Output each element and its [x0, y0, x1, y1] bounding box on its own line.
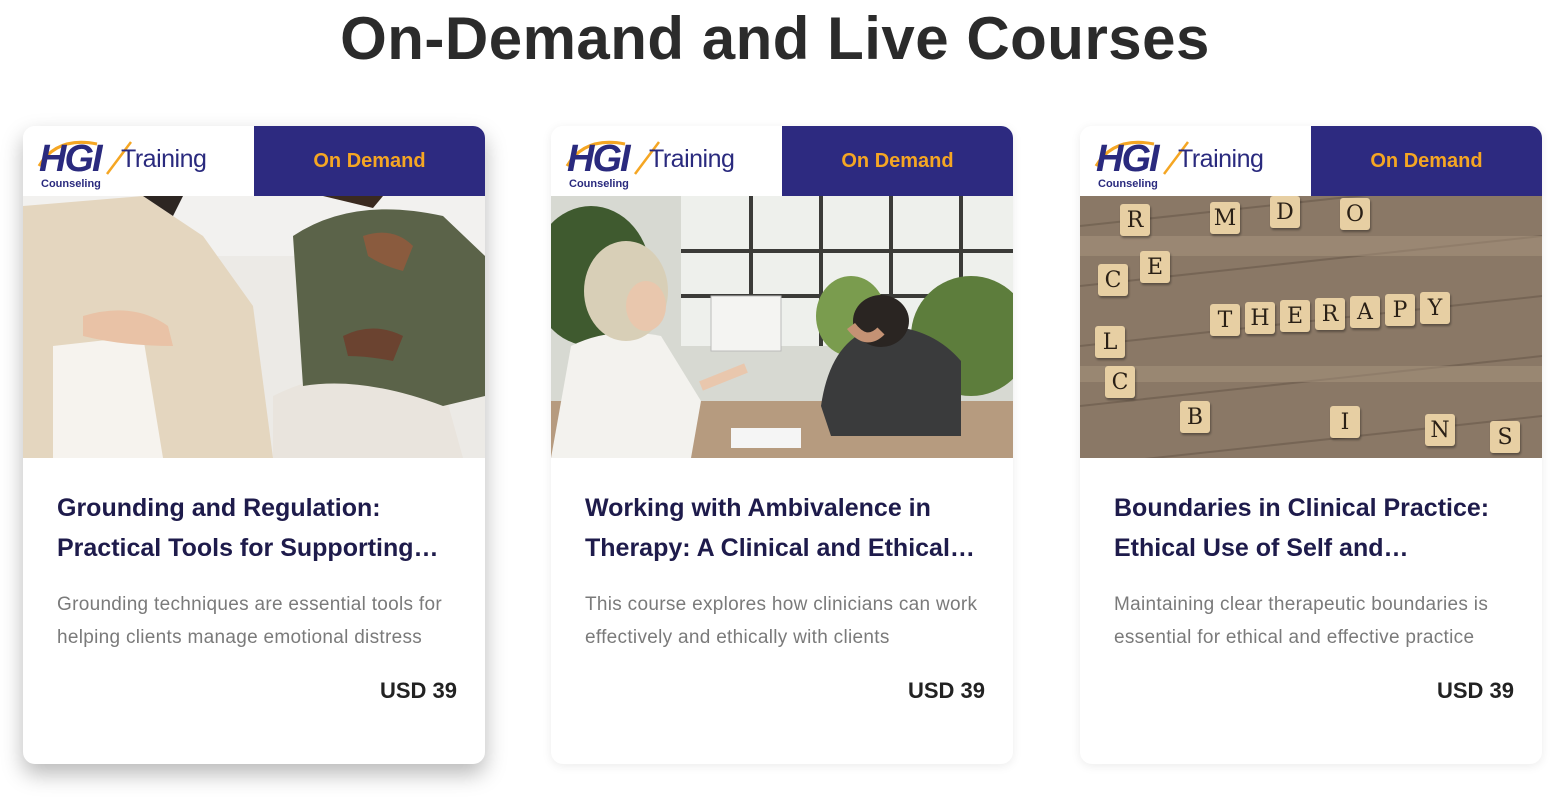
- hgi-training-logo: HGI Training Counseling: [1080, 126, 1311, 196]
- on-demand-badge: On Demand: [1311, 126, 1542, 196]
- course-image[interactable]: [551, 196, 1013, 458]
- logo-hgi: HGI: [39, 138, 103, 180]
- course-price: USD 39: [907, 678, 985, 703]
- course-image[interactable]: R M D O C E L C B I N S T H E R A P Y: [1080, 196, 1542, 458]
- logo-training: Training: [121, 145, 207, 173]
- therapy-tile: Y: [1420, 292, 1450, 324]
- therapy-tile: T: [1210, 304, 1240, 336]
- logo-hgi: HGI: [1096, 138, 1160, 180]
- therapy-tile: R: [1315, 298, 1345, 330]
- card-header: HGI Training Counseling On Demand: [23, 126, 485, 196]
- course-image[interactable]: [23, 196, 485, 458]
- therapy-tile: P: [1385, 294, 1415, 326]
- course-description: This course explores how clinicians can …: [585, 594, 978, 648]
- course-title[interactable]: Boundaries in Clinical Practice: Ethical…: [1114, 488, 1508, 568]
- logo-hgi: HGI: [567, 138, 631, 180]
- card-header: HGI Training Counseling On Demand: [551, 126, 1013, 196]
- on-demand-badge: On Demand: [254, 126, 485, 196]
- logo-counseling: Counseling: [1098, 178, 1158, 190]
- logo-counseling: Counseling: [41, 178, 101, 190]
- on-demand-badge: On Demand: [782, 126, 1013, 196]
- therapy-tile: A: [1350, 296, 1380, 328]
- therapy-tile: H: [1245, 302, 1275, 334]
- course-title[interactable]: Working with Ambivalence in Therapy: A C…: [585, 488, 979, 568]
- course-description: Maintaining clear therapeutic boundaries…: [1114, 594, 1489, 648]
- logo-counseling: Counseling: [569, 178, 629, 190]
- course-card[interactable]: HGI Training Counseling On Demand Workin…: [551, 126, 1013, 764]
- course-card[interactable]: HGI Training Counseling On Demand R M D …: [1080, 126, 1542, 764]
- course-price: USD 39: [379, 678, 457, 703]
- course-card[interactable]: HGI Training Counseling On Demand Ground…: [23, 126, 485, 764]
- logo-training: Training: [649, 145, 735, 173]
- course-description: Grounding techniques are essential tools…: [57, 594, 442, 648]
- course-price: USD 39: [1436, 678, 1514, 703]
- hgi-training-logo: HGI Training Counseling: [551, 126, 782, 196]
- logo-training: Training: [1178, 145, 1264, 173]
- therapy-tile: E: [1280, 300, 1310, 332]
- card-header: HGI Training Counseling On Demand: [1080, 126, 1542, 196]
- course-title[interactable]: Grounding and Regulation: Practical Tool…: [57, 488, 451, 568]
- hgi-training-logo: HGI Training Counseling: [23, 126, 254, 196]
- page-title: On-Demand and Live Courses: [340, 5, 1210, 72]
